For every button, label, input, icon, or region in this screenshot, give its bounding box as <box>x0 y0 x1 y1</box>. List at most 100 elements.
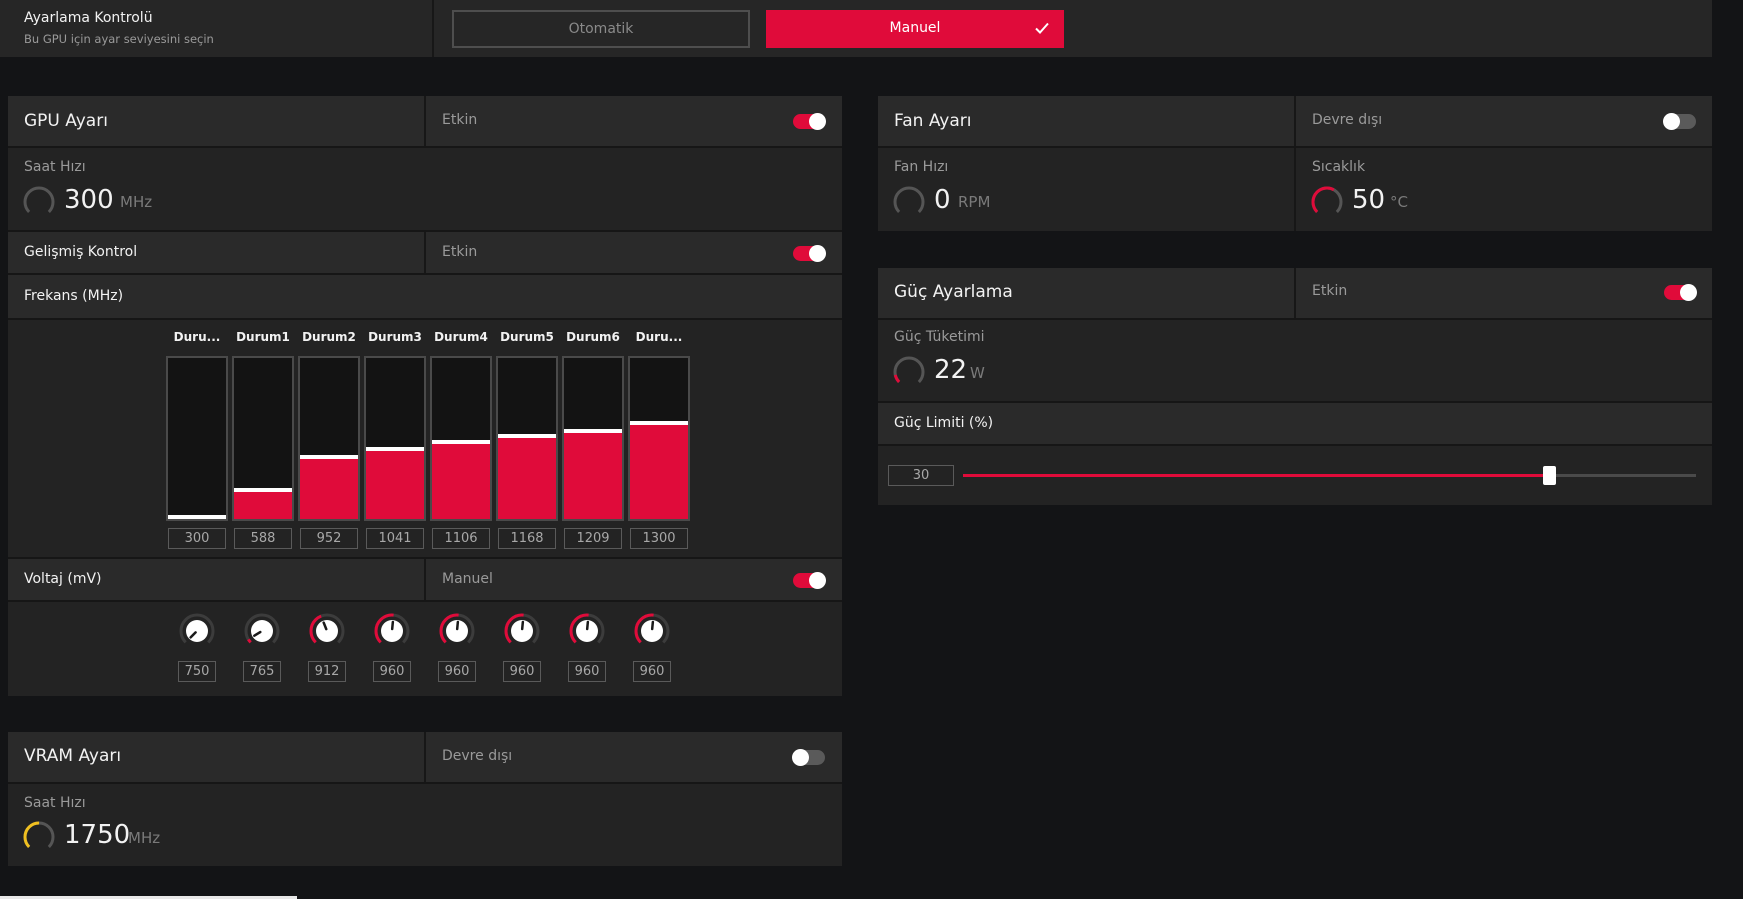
gpu-clock-unit: MHz <box>120 193 153 211</box>
gpu-clock-gauge-icon <box>22 185 56 223</box>
power-sep-1 <box>878 318 1712 320</box>
gpu-header-divider <box>424 96 426 146</box>
vram-status: Devre dışı <box>442 748 513 764</box>
vram-toggle[interactable] <box>792 749 825 766</box>
auto-button-label: Otomatik <box>568 21 634 37</box>
voltage-value-input[interactable]: 960 <box>373 661 411 682</box>
frequency-state-bar-fill <box>630 421 688 519</box>
frequency-value-input[interactable]: 1041 <box>366 528 424 549</box>
temperature-value: 50 <box>1352 185 1386 215</box>
gpu-clock-label: Saat Hızı <box>24 159 86 175</box>
voltage-knob[interactable] <box>568 612 606 650</box>
vram-clock-label: Saat Hızı <box>24 795 86 811</box>
tuning-control-subtitle: Bu GPU için ayar seviyesini seçin <box>24 32 214 46</box>
vram-clock-gauge-icon <box>22 820 56 858</box>
frequency-value-input[interactable]: 1168 <box>498 528 556 549</box>
state-label: Duru... <box>635 330 683 344</box>
power-limit-slider-thumb[interactable] <box>1543 466 1556 485</box>
frequency-state-bar-fill <box>168 515 226 519</box>
voltage-value-input[interactable]: 960 <box>568 661 606 682</box>
advanced-toggle[interactable] <box>793 245 826 262</box>
power-status: Etkin <box>1312 283 1348 299</box>
frequency-state-bar[interactable] <box>298 356 360 521</box>
power-limit-row <box>878 403 1712 444</box>
manual-button[interactable]: Manuel <box>766 10 1064 48</box>
power-consumption-label: Güç Tüketimi <box>894 329 985 345</box>
voltage-status: Manuel <box>442 571 493 587</box>
advanced-divider <box>424 232 426 273</box>
gpu-status: Etkin <box>442 112 478 128</box>
power-consumption-unit: W <box>970 364 985 382</box>
tuning-control-title: Ayarlama Kontrolü <box>24 10 153 26</box>
vram-clock-unit: MHz <box>128 829 161 847</box>
advanced-toggle-knob <box>809 245 826 262</box>
gpu-sep-4 <box>8 318 842 320</box>
power-limit-input[interactable]: 30 <box>888 465 954 486</box>
frequency-state-bar[interactable] <box>232 356 294 521</box>
advanced-control-label: Gelişmiş Kontrol <box>24 244 138 260</box>
voltage-value-input[interactable]: 765 <box>243 661 281 682</box>
voltage-value-input[interactable]: 960 <box>438 661 476 682</box>
state-label: Durum5 <box>500 330 554 344</box>
frequency-state-bar-fill <box>498 434 556 519</box>
power-limit-slider[interactable] <box>963 464 1696 488</box>
frequency-state-bar-fill <box>366 447 424 519</box>
voltage-knob[interactable] <box>308 612 346 650</box>
voltage-knob[interactable] <box>503 612 541 650</box>
frequency-state-bar[interactable] <box>430 356 492 521</box>
fan-speed-gauge-icon <box>892 185 926 223</box>
frequency-state-bar[interactable] <box>364 356 426 521</box>
state-label: Durum3 <box>368 330 422 344</box>
voltage-value-input[interactable]: 912 <box>308 661 346 682</box>
voltage-knob[interactable] <box>243 612 281 650</box>
temperature-gauge-icon <box>1310 185 1344 223</box>
power-consumption-gauge-icon <box>892 355 926 393</box>
frequency-state-bar[interactable] <box>166 356 228 521</box>
vram-clock-value: 1750 <box>64 820 131 850</box>
frequency-state-bar-fill <box>432 440 490 519</box>
voltage-value-input[interactable]: 960 <box>503 661 541 682</box>
power-limit-slider-fill <box>963 474 1549 477</box>
frequency-value-input[interactable]: 952 <box>300 528 358 549</box>
voltage-value-input[interactable]: 750 <box>178 661 216 682</box>
auto-button[interactable]: Otomatik <box>452 10 750 48</box>
frequency-state-bar-fill <box>564 429 622 519</box>
voltage-knob[interactable] <box>373 612 411 650</box>
voltage-knob[interactable] <box>633 612 671 650</box>
frequency-state-bar[interactable] <box>496 356 558 521</box>
frequency-state-bar[interactable] <box>562 356 624 521</box>
voltage-toggle[interactable] <box>793 572 826 589</box>
power-title: Güç Ayarlama <box>894 282 1013 302</box>
voltage-value-input[interactable]: 960 <box>633 661 671 682</box>
fan-status: Devre dışı <box>1312 112 1383 128</box>
voltage-knob[interactable] <box>178 612 216 650</box>
voltage-toggle-knob <box>809 572 826 589</box>
fan-speed-label: Fan Hızı <box>894 159 949 175</box>
frequency-state-bar-fill <box>300 455 358 519</box>
gpu-toggle[interactable] <box>793 113 826 130</box>
tuning-divider <box>432 0 434 57</box>
state-label: Durum2 <box>302 330 356 344</box>
frequency-value-input[interactable]: 1209 <box>564 528 622 549</box>
frequency-label: Frekans (MHz) <box>24 288 124 304</box>
frequency-value-input[interactable]: 588 <box>234 528 292 549</box>
frequency-value-input[interactable]: 1300 <box>630 528 688 549</box>
voltage-divider <box>424 559 426 600</box>
state-label: Durum1 <box>236 330 290 344</box>
frequency-value-input[interactable]: 1106 <box>432 528 490 549</box>
fan-toggle[interactable] <box>1663 113 1696 130</box>
frequency-value-input[interactable]: 300 <box>168 528 226 549</box>
power-consumption-value: 22 <box>934 355 968 385</box>
temperature-unit: °C <box>1390 193 1408 211</box>
fan-speed-value: 0 <box>934 185 951 215</box>
power-sep-3 <box>878 444 1712 446</box>
frequency-state-bar[interactable] <box>628 356 690 521</box>
state-label: Duru... <box>173 330 221 344</box>
power-toggle[interactable] <box>1664 284 1697 301</box>
voltage-label: Voltaj (mV) <box>24 571 102 587</box>
voltage-knob[interactable] <box>438 612 476 650</box>
power-header-divider <box>1294 268 1296 318</box>
vram-header-divider <box>424 732 426 782</box>
vram-sep <box>8 782 842 784</box>
frequency-row <box>8 275 842 318</box>
